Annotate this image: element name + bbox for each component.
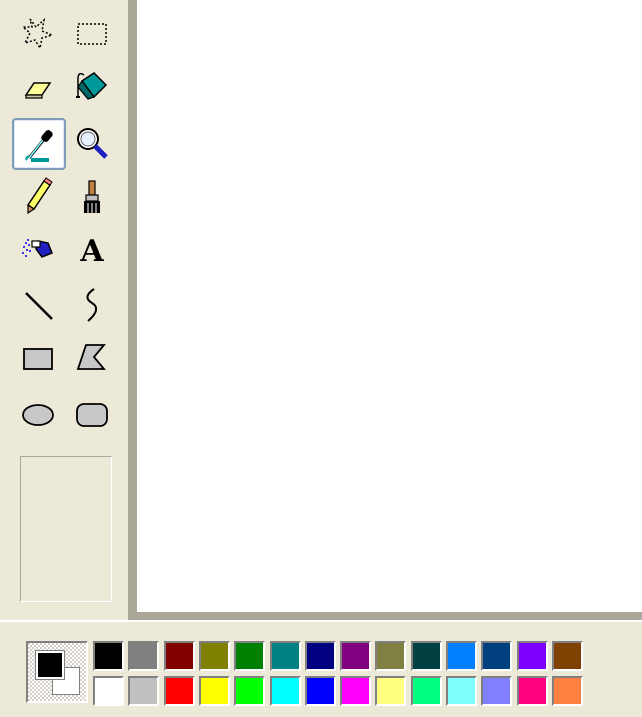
palette-color-swatch[interactable] [128, 641, 159, 671]
palette-color-swatch[interactable] [411, 676, 442, 706]
tool-line[interactable] [13, 280, 63, 330]
tool-rounded-rectangle[interactable] [67, 390, 117, 440]
text-icon: A [80, 233, 104, 269]
palette-color-swatch[interactable] [234, 641, 265, 671]
polygon-icon [76, 344, 106, 370]
tool-curve[interactable] [67, 280, 117, 330]
tool-fill-with-color[interactable] [67, 62, 117, 112]
palette-color-swatch[interactable] [340, 676, 371, 706]
palette-color-swatch[interactable] [93, 641, 124, 671]
palette-color-swatch[interactable] [164, 676, 195, 706]
palette-color-swatch[interactable] [305, 641, 336, 671]
tool-rectangle[interactable] [13, 334, 63, 384]
tool-eraser[interactable] [13, 62, 63, 112]
palette-color-swatch[interactable] [234, 676, 265, 706]
palette-color-swatch[interactable] [270, 676, 301, 706]
curve-icon [86, 288, 98, 322]
palette-color-swatch[interactable] [481, 641, 512, 671]
foreground-color-swatch [35, 650, 65, 680]
palette-color-swatch[interactable] [270, 641, 301, 671]
palette-color-swatch[interactable] [375, 676, 406, 706]
rounded-rectangle-icon [76, 403, 108, 427]
palette-color-swatch[interactable] [199, 641, 230, 671]
palette-color-swatch[interactable] [481, 676, 512, 706]
palette-color-swatch[interactable] [446, 676, 477, 706]
free-form-select-icon [20, 18, 55, 50]
palette-color-swatch[interactable] [340, 641, 371, 671]
pencil-icon [26, 177, 53, 215]
canvas-bottom-border [137, 612, 642, 620]
tool-magnifier[interactable] [67, 118, 117, 168]
tool-pencil[interactable] [13, 172, 63, 222]
palette-color-swatch[interactable] [164, 641, 195, 671]
color-indicator[interactable] [26, 641, 88, 703]
tool-text[interactable]: A [67, 226, 117, 276]
magnifier-icon [77, 128, 108, 159]
tool-brush[interactable] [67, 172, 117, 222]
tool-airbrush[interactable] [13, 226, 63, 276]
rectangle-icon [23, 348, 53, 370]
tool-ellipse[interactable] [13, 390, 63, 440]
toolbox: A [0, 0, 130, 620]
palette-color-swatch[interactable] [199, 676, 230, 706]
palette-color-swatch[interactable] [411, 641, 442, 671]
palette-color-swatch[interactable] [93, 676, 124, 706]
tool-pick-color[interactable] [12, 118, 66, 170]
tool-polygon[interactable] [67, 334, 117, 384]
palette-color-swatch[interactable] [552, 641, 583, 671]
palette-color-swatch[interactable] [517, 641, 548, 671]
eyedropper-icon [25, 130, 53, 162]
palette-color-swatch[interactable] [517, 676, 548, 706]
palette-color-swatch[interactable] [128, 676, 159, 706]
toolbox-divider [128, 0, 137, 620]
brush-icon [84, 180, 100, 213]
palette-color-swatch[interactable] [305, 676, 336, 706]
palette-color-swatch[interactable] [375, 641, 406, 671]
tool-select[interactable] [67, 8, 117, 58]
rectangle-select-icon [77, 23, 107, 45]
tool-options-box[interactable] [20, 456, 112, 602]
palette-color-swatch[interactable] [552, 676, 583, 706]
airbrush-icon [22, 239, 53, 258]
ellipse-icon [22, 404, 54, 426]
drawing-canvas[interactable] [137, 0, 642, 612]
eraser-icon [24, 82, 52, 99]
line-icon [25, 292, 53, 320]
paint-bucket-icon [76, 72, 108, 100]
palette-color-swatch[interactable] [446, 641, 477, 671]
tool-free-form-select[interactable] [13, 8, 63, 58]
